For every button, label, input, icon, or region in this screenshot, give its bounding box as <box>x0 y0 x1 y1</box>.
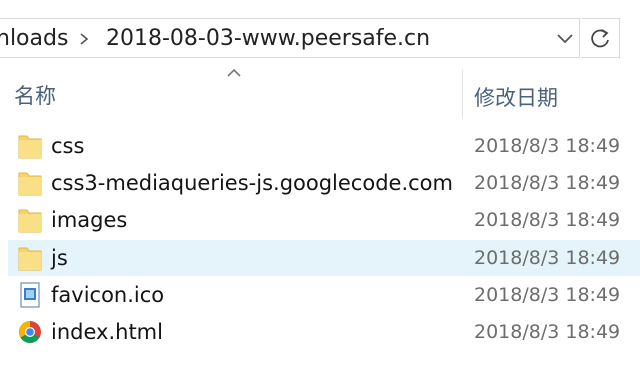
breadcrumb[interactable]: nloads 2018-08-03-www.peersafe.cn <box>0 18 580 58</box>
list-item-favicon[interactable]: favicon.ico 2018/8/3 18:49 <box>8 277 640 313</box>
folder-icon <box>18 135 42 159</box>
column-divider[interactable] <box>462 70 463 118</box>
column-header-name[interactable]: 名称 <box>14 80 56 110</box>
list-item-js[interactable]: js 2018/8/3 18:49 <box>8 240 640 276</box>
chrome-icon <box>19 321 41 343</box>
file-date: 2018/8/3 18:49 <box>474 135 621 157</box>
breadcrumb-item-downloads[interactable]: nloads <box>0 19 68 59</box>
file-name: index.html <box>51 320 163 344</box>
file-name: css <box>51 134 85 158</box>
chevron-right-icon[interactable] <box>76 19 92 59</box>
file-date: 2018/8/3 18:49 <box>474 209 621 231</box>
image-file-icon <box>20 282 40 308</box>
refresh-button[interactable] <box>582 18 620 58</box>
file-date: 2018/8/3 18:49 <box>474 247 621 269</box>
breadcrumb-item-current[interactable]: 2018-08-03-www.peersafe.cn <box>106 19 430 59</box>
folder-icon <box>18 247 42 271</box>
chevron-down-icon[interactable] <box>550 18 580 58</box>
column-header-modified[interactable]: 修改日期 <box>474 82 558 112</box>
file-name: images <box>51 208 128 232</box>
file-name: favicon.ico <box>51 283 165 307</box>
list-item-images[interactable]: images 2018/8/3 18:49 <box>8 202 640 238</box>
file-date: 2018/8/3 18:49 <box>474 284 621 306</box>
refresh-icon <box>591 29 609 48</box>
file-date: 2018/8/3 18:49 <box>474 321 621 343</box>
folder-icon <box>18 172 42 196</box>
file-name: js <box>51 246 68 270</box>
column-header-row: 名称 修改日期 <box>0 62 640 118</box>
list-item-index-html[interactable]: index.html 2018/8/3 18:49 <box>8 314 640 350</box>
address-bar[interactable]: nloads 2018-08-03-www.peersafe.cn <box>0 12 640 62</box>
file-date: 2018/8/3 18:49 <box>474 172 621 194</box>
folder-icon <box>18 209 42 233</box>
list-item-css[interactable]: css 2018/8/3 18:49 <box>8 128 640 164</box>
sort-ascending-icon <box>227 68 241 77</box>
list-item-css3-mediaqueries[interactable]: css3-mediaqueries-js.googlecode.com 2018… <box>8 165 640 201</box>
file-name: css3-mediaqueries-js.googlecode.com <box>51 171 453 195</box>
